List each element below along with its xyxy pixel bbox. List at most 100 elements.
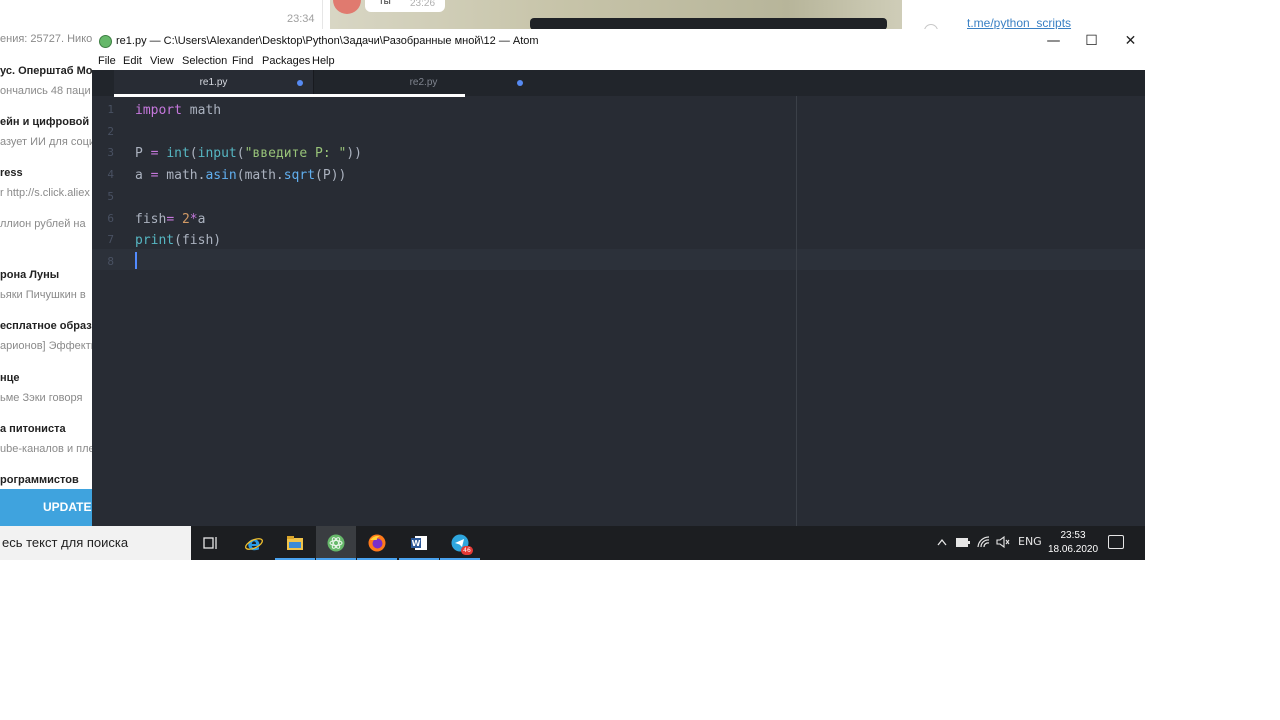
chat-list-item[interactable]: ейн и цифровой азует ИИ для соци: [0, 116, 92, 148]
input-language[interactable]: ENG: [1018, 535, 1042, 548]
chat-preview: ения: 25727. Нико: [0, 33, 92, 45]
clock-time: 23:53: [1060, 530, 1086, 541]
system-clock[interactable]: 23:53 18.06.2020: [1044, 529, 1102, 557]
code-editor[interactable]: 1 2 3 4 5 6 7 8 import math P = int(input("введи…: [92, 96, 1145, 526]
code-token: int: [166, 146, 190, 162]
line-number[interactable]: 5: [107, 190, 114, 203]
cursor-line-highlight: [92, 249, 1145, 270]
menu-help[interactable]: Help: [312, 55, 335, 67]
volume-muted-icon[interactable]: [996, 536, 1010, 548]
line-number-gutter[interactable]: 1 2 3 4 5 6 7 8: [92, 96, 122, 526]
code-token: (P)): [315, 168, 347, 184]
menu-file[interactable]: File: [98, 55, 116, 67]
taskbar-file-explorer[interactable]: [275, 526, 315, 560]
line-number[interactable]: 1: [107, 103, 114, 116]
code-token: import: [135, 103, 182, 118]
chat-preview: азует ИИ для соци: [0, 136, 92, 148]
running-indicator: [399, 558, 439, 560]
code-token: )): [346, 146, 362, 162]
windows-taskbar: есь текст для поиска e W 46 ENG 23:53 18…: [0, 526, 1145, 560]
code-line[interactable]: import math: [135, 100, 221, 121]
code-token: math.: [158, 168, 206, 184]
message-text: ты: [379, 0, 391, 7]
line-number[interactable]: 2: [107, 125, 114, 138]
menu-edit[interactable]: Edit: [123, 55, 142, 67]
chat-list-item[interactable]: есплатное образо арионов] Эффекты: [0, 320, 92, 352]
code-token: a: [197, 211, 206, 227]
active-tab-indicator: [114, 94, 465, 97]
divider: [322, 0, 323, 30]
modified-indicator-icon[interactable]: [517, 80, 523, 86]
chat-list-item[interactable]: ения: 25727. Нико: [0, 33, 92, 45]
chat-preview: ьме Зэки говоря: [0, 392, 83, 404]
menu-find[interactable]: Find: [232, 55, 253, 67]
file-explorer-icon: [287, 536, 303, 550]
running-indicator: [316, 558, 356, 560]
taskbar-search-input[interactable]: есь текст для поиска: [0, 526, 191, 560]
message-time: 23:26: [410, 0, 436, 9]
tab-bar: re1.py re2.py: [92, 70, 1145, 96]
code-token: math: [181, 103, 222, 118]
chat-list-item[interactable]: рона Луны ьяки Пичушкин в: [0, 269, 92, 301]
taskbar-telegram[interactable]: 46: [440, 526, 480, 560]
chevron-up-icon[interactable]: [937, 538, 947, 546]
chat-title: а питониста: [0, 423, 66, 435]
code-token: (fish): [174, 233, 222, 249]
line-number[interactable]: 4: [107, 168, 114, 181]
update-button[interactable]: UPDATE T: [0, 489, 92, 526]
firefox-icon: [368, 534, 386, 552]
battery-icon[interactable]: [956, 538, 970, 547]
tab-label: re1.py: [199, 77, 228, 88]
chat-list-item[interactable]: ллион рублей на: [0, 218, 92, 230]
chat-preview: r http://s.click.aliex: [0, 187, 90, 199]
line-number[interactable]: 7: [107, 233, 114, 246]
running-indicator: [275, 558, 315, 560]
atom-icon: [327, 534, 345, 552]
line-number[interactable]: 6: [107, 212, 114, 225]
chat-title: ress: [0, 167, 23, 179]
taskbar-firefox[interactable]: [357, 526, 397, 560]
menu-packages[interactable]: Packages: [262, 55, 310, 67]
wifi-icon[interactable]: [977, 536, 990, 548]
chat-list-item[interactable]: ress r http://s.click.aliex: [0, 167, 92, 199]
modified-indicator-icon[interactable]: [297, 80, 303, 86]
chat-preview: арионов] Эффекты: [0, 340, 92, 352]
minimize-button[interactable]: —: [1034, 29, 1073, 54]
code-token: fish: [135, 211, 167, 227]
text-caret: [135, 252, 137, 269]
word-icon: W: [411, 536, 427, 550]
chat-list-item[interactable]: а питониста ube-каналов и пле: [0, 423, 92, 455]
tab-re1[interactable]: re1.py: [114, 70, 313, 96]
taskbar-atom[interactable]: [316, 526, 356, 560]
chat-list-item[interactable]: нце ьме Зэки говоря: [0, 372, 92, 404]
chat-list-item[interactable]: рограммистов: [0, 474, 92, 486]
menu-selection[interactable]: Selection: [182, 55, 227, 67]
code-line[interactable]: a = math.asin(math.sqrt(P)): [135, 165, 346, 186]
running-indicator: [357, 558, 397, 560]
code-token: P: [135, 146, 151, 162]
code-line[interactable]: print(fish): [135, 230, 221, 251]
code-line[interactable]: P = int(input("введите P: ")): [135, 143, 362, 164]
tab-re2[interactable]: re2.py: [313, 70, 533, 96]
code-token: print: [135, 233, 175, 249]
chat-title: ейн и цифровой: [0, 116, 90, 128]
code-line[interactable]: fish= 2*a: [135, 209, 205, 230]
code-token: a: [135, 168, 151, 184]
maximize-button[interactable]: ☐: [1072, 29, 1111, 54]
action-center-icon[interactable]: [1108, 535, 1124, 549]
chat-list-item[interactable]: ус. Оперштаб Мо ончались 48 паци: [0, 65, 92, 97]
channel-link[interactable]: t.me/python_scripts: [967, 16, 1071, 30]
chat-title: рона Луны: [0, 269, 60, 281]
line-number[interactable]: 3: [107, 146, 114, 159]
menu-view[interactable]: View: [150, 55, 174, 67]
task-view-button[interactable]: [191, 526, 231, 560]
maximize-icon: ☐: [1085, 33, 1098, 49]
chat-title: есплатное образо: [0, 320, 92, 332]
title-bar[interactable]: re1.py — C:\Users\Alexander\Desktop\Pyth…: [92, 29, 1145, 54]
code-token: sqrt: [283, 168, 316, 184]
taskbar-word[interactable]: W: [399, 526, 439, 560]
taskbar-internet-explorer[interactable]: e: [234, 526, 274, 560]
line-number[interactable]: 8: [107, 255, 114, 268]
code-token: input: [197, 146, 237, 162]
close-button[interactable]: ✕: [1111, 29, 1150, 54]
